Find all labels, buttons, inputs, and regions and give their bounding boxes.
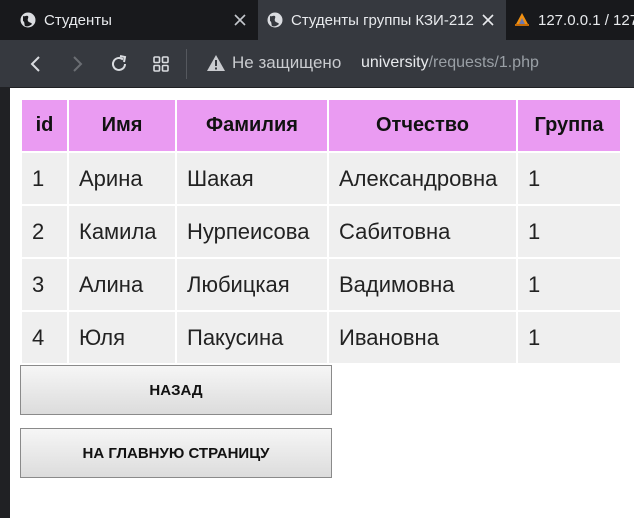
- cell-group: 1: [518, 206, 620, 257]
- cell-surname: Нурпеисова: [177, 206, 327, 257]
- column-header-name: Имя: [69, 100, 175, 151]
- tab-strip: Студенты Студенты группы КЗИ-212 127.0.0…: [0, 0, 634, 40]
- page-content: id Имя Фамилия Отчество Группа 1 Арина Ш…: [10, 88, 634, 518]
- address-bar[interactable]: university/requests/1.php: [361, 54, 539, 72]
- reload-icon[interactable]: [108, 53, 130, 75]
- cell-group: 1: [518, 259, 620, 310]
- cell-group: 1: [518, 153, 620, 204]
- security-label: Не защищено: [232, 53, 342, 72]
- cell-surname: Пакусина: [177, 312, 327, 363]
- browser-toolbar: Не защищено university/requests/1.php: [0, 40, 634, 88]
- column-header-id: id: [22, 100, 67, 151]
- tab-students-group[interactable]: Студенты группы КЗИ-212: [258, 0, 506, 40]
- phpmyadmin-icon: [515, 13, 529, 26]
- security-indicator[interactable]: Не защищено: [206, 53, 341, 73]
- tab-phpmyadmin[interactable]: 127.0.0.1 / 127: [506, 0, 634, 40]
- window-edge: [0, 88, 10, 518]
- close-icon[interactable]: [232, 12, 248, 28]
- tab-title: Студенты группы КЗИ-212: [291, 11, 474, 29]
- cell-id: 4: [22, 312, 67, 363]
- table-row: 3 Алина Любицкая Вадимовна 1: [22, 259, 620, 310]
- cell-name: Алина: [69, 259, 175, 310]
- cell-name: Камила: [69, 206, 175, 257]
- toolbar-separator: [186, 49, 187, 79]
- table-row: 1 Арина Шакая Александровна 1: [22, 153, 620, 204]
- url-host: university: [361, 54, 429, 71]
- forward-arrow-icon[interactable]: [66, 53, 88, 75]
- cell-group: 1: [518, 312, 620, 363]
- globe-icon: [20, 12, 36, 28]
- back-arrow-icon[interactable]: [25, 53, 47, 75]
- cell-id: 3: [22, 259, 67, 310]
- cell-patronymic: Вадимовна: [329, 259, 516, 310]
- table-header-row: id Имя Фамилия Отчество Группа: [22, 100, 620, 151]
- cell-surname: Любицкая: [177, 259, 327, 310]
- column-header-patronymic: Отчество: [329, 100, 516, 151]
- table-row: 2 Камила Нурпеисова Сабитовна 1: [22, 206, 620, 257]
- students-table: id Имя Фамилия Отчество Группа 1 Арина Ш…: [20, 98, 622, 365]
- cell-name: Юля: [69, 312, 175, 363]
- close-icon[interactable]: [480, 12, 496, 28]
- cell-id: 2: [22, 206, 67, 257]
- warning-icon: [207, 55, 225, 71]
- cell-patronymic: Ивановна: [329, 312, 516, 363]
- tab-grid-icon[interactable]: [150, 53, 172, 75]
- cell-name: Арина: [69, 153, 175, 204]
- cell-surname: Шакая: [177, 153, 327, 204]
- home-page-button[interactable]: НА ГЛАВНУЮ СТРАНИЦУ: [20, 428, 332, 478]
- tab-title: Студенты: [44, 11, 112, 29]
- back-button[interactable]: НАЗАД: [20, 365, 332, 415]
- tab-students[interactable]: Студенты: [0, 0, 258, 40]
- tab-title: 127.0.0.1 / 127: [538, 11, 634, 29]
- globe-icon: [267, 12, 283, 28]
- column-header-group: Группа: [518, 100, 620, 151]
- cell-id: 1: [22, 153, 67, 204]
- cell-patronymic: Александровна: [329, 153, 516, 204]
- cell-patronymic: Сабитовна: [329, 206, 516, 257]
- column-header-surname: Фамилия: [177, 100, 327, 151]
- table-row: 4 Юля Пакусина Ивановна 1: [22, 312, 620, 363]
- url-path: /requests/1.php: [428, 54, 539, 71]
